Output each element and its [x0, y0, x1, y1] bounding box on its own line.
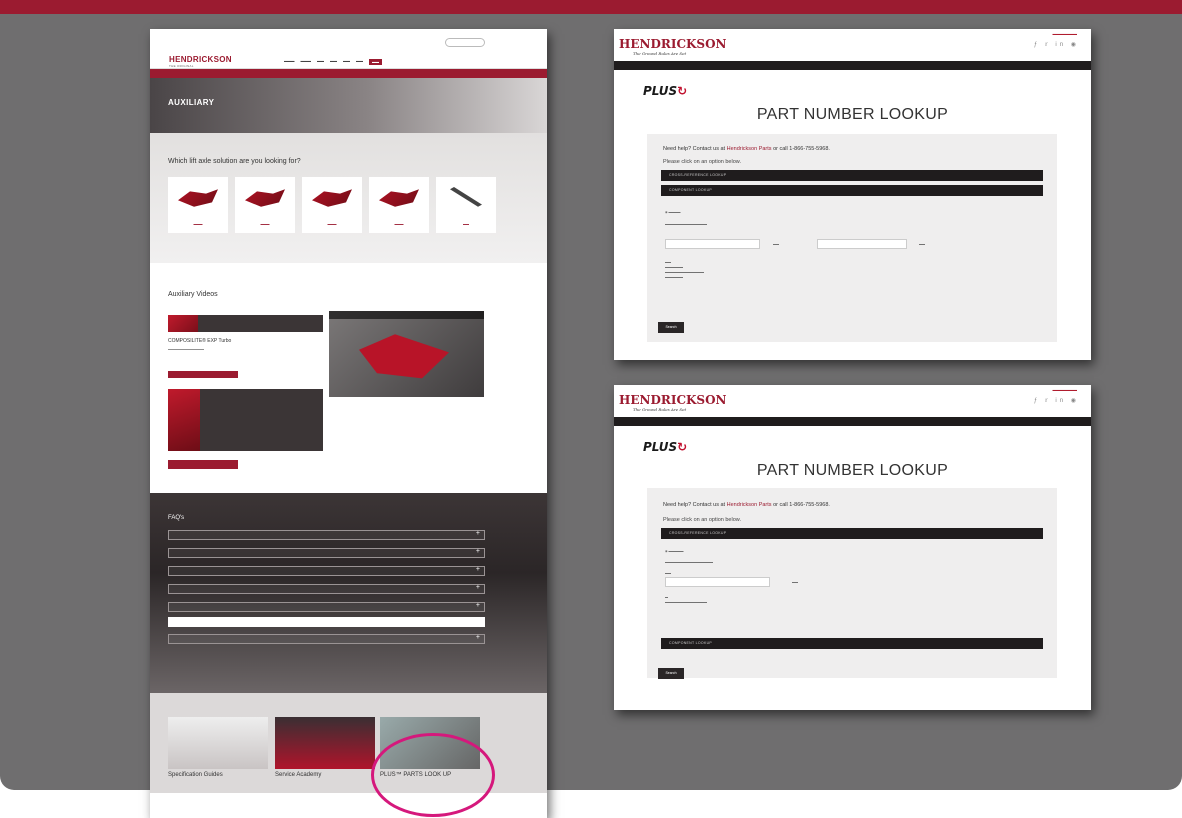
featured-video-title: COMPOSILITE® EXP Turbo: [168, 338, 232, 344]
tile-label[interactable]: Specification Guides: [168, 772, 223, 778]
social-icons[interactable]: ƒ 𝕣 in ◉: [1034, 397, 1079, 404]
sub-nav-bar: [150, 69, 547, 78]
auxiliary-webpage: HENDRICKSON THE ORIGINAL ▬▬▬ ▬▬▬ ▬▬ ▬▬ ▬▬ ▬▬ ▬▬…: [150, 29, 547, 818]
video-thumbnail: [168, 389, 200, 451]
plus-logo: PLUS↻: [643, 440, 688, 454]
faq-section: FAQ's: [150, 493, 547, 693]
notes-text: ▬▬ ▬▬▬▬▬▬ ▬▬▬▬▬▬▬▬▬▬▬▬▬ ▬▬▬▬▬▬: [665, 260, 704, 279]
axle-image: [178, 189, 218, 207]
search-button[interactable]: Search: [658, 668, 684, 679]
faq-item[interactable]: [168, 584, 485, 594]
radio-option[interactable]: ◉ ▬▬▬▬▬: [665, 549, 683, 553]
solutions-section: Which lift axle solution are you looking…: [150, 133, 547, 263]
solution-card[interactable]: ▬▬▬: [369, 177, 429, 233]
view-all-videos-button[interactable]: [168, 460, 238, 469]
nav-item[interactable]: ▬▬: [356, 59, 363, 65]
axle-image: [379, 189, 419, 207]
solution-card[interactable]: ▬▬▬: [302, 177, 362, 233]
part-lookup-page-component: HENDRICKSON The Ground Rules Are Set ▬▬▬▬…: [614, 29, 1091, 360]
highlight-circle: [371, 733, 495, 817]
clear-fields-link[interactable]: ▬▬: [792, 580, 798, 584]
page-title: PART NUMBER LOOKUP: [756, 462, 949, 479]
main-nav: ▬▬▬ ▬▬▬ ▬▬ ▬▬ ▬▬ ▬▬ ▬▬: [284, 59, 382, 65]
faq-item[interactable]: [168, 548, 485, 558]
competitor-part-input[interactable]: [665, 577, 770, 587]
lookup-panel: Need help? Contact us at Hendrickson Par…: [647, 488, 1057, 678]
search-input[interactable]: [445, 38, 485, 47]
nav-item[interactable]: ▬▬: [343, 59, 350, 65]
site-header: HENDRICKSON THE ORIGINAL ▬▬▬ ▬▬▬ ▬▬ ▬▬ ▬▬ ▬▬ ▬▬: [150, 29, 547, 69]
main-nav: [614, 61, 1091, 70]
top-accent-bar: [0, 0, 1182, 14]
faq-item[interactable]: [168, 602, 485, 612]
hendrickson-parts-link[interactable]: Hendrickson Parts: [727, 502, 772, 508]
hendrickson-parts-link[interactable]: Hendrickson Parts: [727, 146, 772, 152]
axle-image: [450, 187, 482, 207]
hero-banner: AUXILIARY: [150, 78, 547, 133]
component-lookup-bar[interactable]: COMPONENT LOOKUP: [661, 185, 1043, 196]
faq-item[interactable]: [168, 634, 485, 644]
hendrickson-logo[interactable]: HENDRICKSON The Ground Rules Are Set: [619, 393, 727, 412]
video-description: ▬▬▬▬▬▬▬▬▬▬▬▬: [168, 347, 204, 351]
field-label: ▬▬: [665, 571, 671, 575]
lookup-panel: Need help? Contact us at Hendrickson Par…: [647, 134, 1057, 342]
solutions-heading: Which lift axle solution are you looking…: [168, 158, 301, 165]
nav-highlight-button[interactable]: ▬▬: [369, 59, 382, 65]
page-title: PART NUMBER LOOKUP: [756, 106, 949, 123]
help-text: Need help? Contact us at Hendrickson Par…: [663, 502, 830, 508]
instruction-text: Please click on an option below.: [663, 159, 741, 165]
nav-item[interactable]: ▬▬: [330, 59, 337, 65]
social-icons[interactable]: ƒ 𝕣 in ◉: [1034, 41, 1079, 48]
notes-text: ▬ ▬▬▬▬▬▬▬▬▬▬▬▬▬▬: [665, 595, 707, 604]
videos-heading: Auxiliary Videos: [168, 291, 218, 298]
video-list[interactable]: [168, 389, 323, 451]
solution-card[interactable]: ▬▬▬: [168, 177, 228, 233]
cross-reference-lookup-bar[interactable]: CROSS-REFERENCE LOOKUP: [661, 528, 1043, 539]
instruction-text: Please click on an option below.: [663, 517, 741, 523]
header-help-text: ▬▬▬▬▬▬▬: [1052, 32, 1078, 36]
help-text: Need help? Contact us at Hendrickson Par…: [663, 146, 830, 152]
solution-card[interactable]: ▬▬: [436, 177, 496, 233]
part-number-input[interactable]: [665, 239, 760, 249]
axle-image: [245, 189, 285, 207]
solution-card[interactable]: ▬▬▬: [235, 177, 295, 233]
nav-item[interactable]: ▬▬: [317, 59, 324, 65]
hero-title: AUXILIARY: [168, 98, 215, 107]
faq-item[interactable]: [168, 530, 485, 540]
radio-option[interactable]: ◉ ▬▬▬▬: [665, 210, 680, 214]
video-player[interactable]: [329, 311, 484, 397]
hendrickson-logo[interactable]: HENDRICKSON The Ground Rules Are Set: [619, 37, 727, 56]
main-nav: [614, 417, 1091, 426]
player-title-bar: [329, 311, 484, 319]
videos-section: Auxiliary Videos COMPOSILITE® EXP Turbo …: [150, 263, 547, 493]
search-button[interactable]: Search: [658, 322, 684, 333]
nav-item[interactable]: ▬▬▬: [301, 59, 312, 65]
clear-fields-link[interactable]: ▬▬: [919, 242, 925, 246]
tile-label[interactable]: Service Academy: [275, 772, 321, 778]
faq-answer: [168, 617, 485, 627]
axle-image: [312, 189, 352, 207]
hendrickson-logo[interactable]: HENDRICKSON THE ORIGINAL: [169, 55, 232, 68]
serial-number-input[interactable]: [817, 239, 907, 249]
video-thumbnail[interactable]: [168, 315, 198, 332]
service-academy-tile[interactable]: [275, 717, 375, 769]
part-lookup-page-cross-reference: HENDRICKSON The Ground Rules Are Set ▬▬▬▬…: [614, 385, 1091, 710]
and-or-label: ▬▬: [773, 242, 779, 246]
plus-logo: PLUS↻: [643, 84, 688, 98]
faq-heading: FAQ's: [168, 515, 185, 521]
nav-item[interactable]: ▬▬▬: [284, 59, 295, 65]
instruction-fine: ▬▬▬▬▬▬▬▬▬▬▬▬▬▬▬▬: [665, 560, 713, 564]
cross-reference-lookup-bar[interactable]: CROSS-REFERENCE LOOKUP: [661, 170, 1043, 181]
video-cta-button[interactable]: [168, 371, 238, 378]
component-lookup-bar[interactable]: COMPONENT LOOKUP: [661, 638, 1043, 649]
instruction-fine: ▬▬▬▬▬▬▬▬▬▬▬▬▬▬: [665, 222, 707, 226]
faq-item[interactable]: [168, 566, 485, 576]
header-help-text: ▬▬▬▬▬▬▬: [1052, 388, 1078, 392]
spec-guides-tile[interactable]: [168, 717, 268, 769]
